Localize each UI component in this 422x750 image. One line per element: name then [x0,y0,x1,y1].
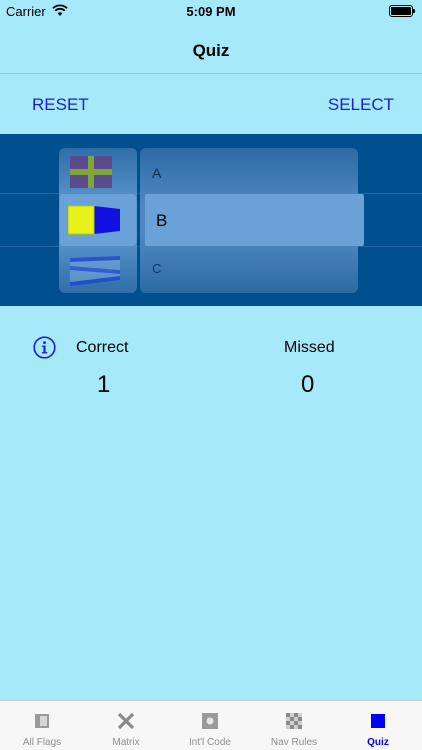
missed-count: 0 [301,371,315,398]
tab-label: Nav Rules [270,737,318,748]
tab-quiz[interactable]: Quiz [336,701,420,750]
tab-label: Quiz [367,737,389,748]
cross-icon [117,712,135,730]
reset-button[interactable]: RESET [32,95,89,115]
status-bar: Carrier 5:09 PM [0,0,422,22]
picker-letter-a[interactable]: A [152,165,161,181]
battery-icon [389,5,415,17]
picker-letter-c[interactable]: C [152,261,161,276]
info-icon[interactable] [33,336,56,359]
blue-square-icon [371,714,385,728]
tab-intl-code[interactable]: Int'l Code [168,701,252,750]
clock: 5:09 PM [186,4,236,19]
page-title: Quiz [192,41,230,60]
correct-label: Correct [76,339,129,356]
picker-letter-b[interactable]: B [156,211,167,231]
select-button[interactable]: SELECT [328,95,394,115]
tab-matrix[interactable]: Matrix [84,701,168,750]
checker-icon [286,713,302,729]
tab-nav-rules[interactable]: Nav Rules [252,701,336,750]
flag-picker[interactable]: A B C [0,134,422,306]
navigation-bar: Quiz [0,22,422,74]
bravo-flag-icon[interactable] [68,205,120,235]
tab-all-flags[interactable]: All Flags [0,701,84,750]
flag-icon [35,714,49,728]
charlie-flag-icon[interactable] [70,256,120,286]
tab-label: Matrix [112,737,140,748]
tab-label: Int'l Code [189,737,231,748]
selected-letter-highlight [145,194,364,246]
tab-label: All Flags [22,737,62,748]
correct-count: 1 [97,371,111,398]
alfa-flag-icon[interactable] [70,156,112,188]
square-dot-icon [202,713,218,729]
missed-label: Missed [284,339,335,356]
tab-bar: All Flags Matrix Int'l Code Nav Rules Qu… [0,700,422,750]
